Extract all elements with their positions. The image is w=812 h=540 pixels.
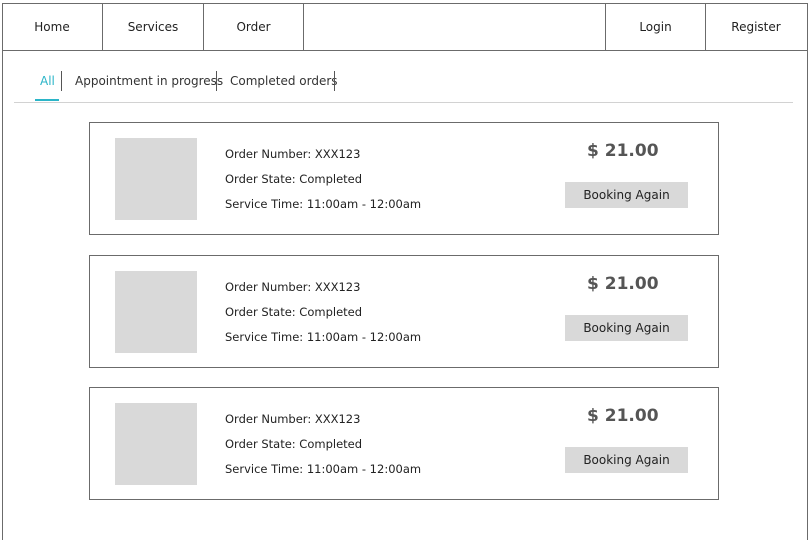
order-state: Order State: Completed: [225, 305, 363, 319]
order-number: Order Number: XXX123: [225, 147, 361, 161]
order-filter-tabs: All Appointment in progress Completed or…: [14, 67, 793, 103]
order-image-placeholder: [115, 138, 197, 220]
tab-appointment-in-progress[interactable]: Appointment in progress: [75, 71, 223, 91]
nav-order[interactable]: Order: [204, 3, 304, 50]
order-details: Order Number: XXX123 Order State: Comple…: [225, 410, 421, 485]
order-price: $ 21.00: [587, 406, 659, 426]
order-state: Order State: Completed: [225, 437, 363, 451]
order-number: Order Number: XXX123: [225, 280, 361, 294]
order-price: $ 21.00: [587, 141, 659, 161]
booking-again-button[interactable]: Booking Again: [565, 315, 688, 341]
nav-login[interactable]: Login: [605, 3, 706, 50]
service-time: Service Time: 11:00am - 12:00am: [225, 197, 422, 211]
tab-all[interactable]: All: [40, 71, 55, 91]
order-details: Order Number: XXX123 Order State: Comple…: [225, 278, 421, 353]
tab-divider: [61, 71, 62, 91]
nav-home[interactable]: Home: [2, 3, 103, 50]
service-time: Service Time: 11:00am - 12:00am: [225, 330, 422, 344]
service-time: Service Time: 11:00am - 12:00am: [225, 462, 422, 476]
top-navigation: Home Services Order Login Register: [2, 3, 808, 51]
nav-register[interactable]: Register: [706, 3, 806, 50]
booking-again-button[interactable]: Booking Again: [565, 182, 688, 208]
tab-completed-orders[interactable]: Completed orders: [230, 71, 338, 91]
order-state: Order State: Completed: [225, 172, 363, 186]
booking-again-button[interactable]: Booking Again: [565, 447, 688, 473]
order-details: Order Number: XXX123 Order State: Comple…: [225, 145, 421, 220]
order-image-placeholder: [115, 403, 197, 485]
tab-divider: [216, 71, 217, 91]
order-card: Order Number: XXX123 Order State: Comple…: [89, 387, 719, 500]
order-price: $ 21.00: [587, 274, 659, 294]
tab-divider: [334, 71, 335, 91]
order-card: Order Number: XXX123 Order State: Comple…: [89, 122, 719, 235]
active-tab-indicator: [35, 99, 59, 101]
nav-services[interactable]: Services: [103, 3, 204, 50]
order-card: Order Number: XXX123 Order State: Comple…: [89, 255, 719, 368]
order-number: Order Number: XXX123: [225, 412, 361, 426]
order-image-placeholder: [115, 271, 197, 353]
